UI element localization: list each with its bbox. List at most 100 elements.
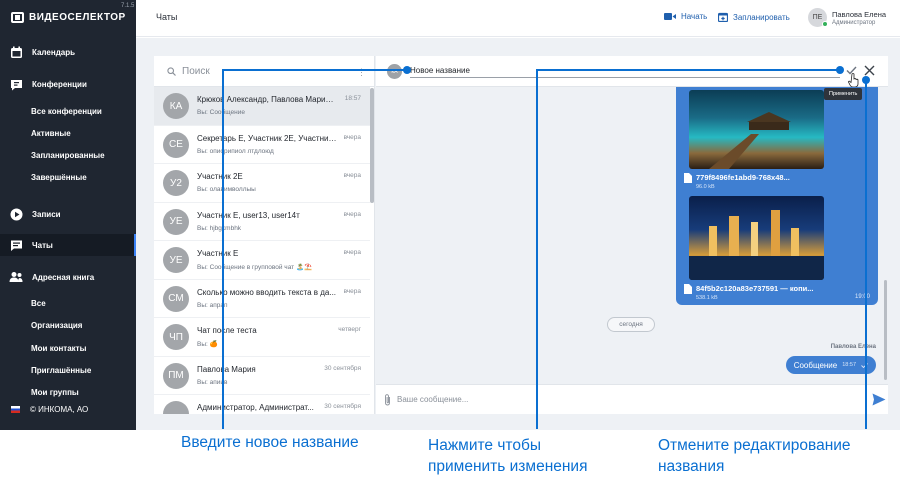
send-button[interactable] <box>872 393 886 411</box>
attached-image[interactable] <box>689 90 824 169</box>
app-logo[interactable]: ВИДЕОСЕЛЕКТОР <box>11 12 126 23</box>
logo-icon <box>11 12 24 23</box>
sidebar-item-addressbook[interactable]: Адресная книга <box>0 266 136 288</box>
sidebar-item-conferences[interactable]: Конференции <box>0 73 136 95</box>
callout-line <box>222 69 224 429</box>
avatar: УЕ <box>163 247 189 273</box>
avatar: КА <box>163 93 189 119</box>
chat-list-panel: ⋮ КА Крюков Александр, Павлова Мария, ..… <box>154 56 375 414</box>
avatar: УЕ <box>163 208 189 235</box>
sidebar-subitem-organization[interactable]: Организация <box>31 321 82 330</box>
chat-list-item[interactable]: УЕ Участник Е, user13, user14т вчера Вы:… <box>154 203 370 241</box>
search-input[interactable] <box>182 65 342 77</box>
file-icon <box>684 284 692 294</box>
file-size: 538.1 kB <box>696 295 718 301</box>
sidebar-item-label: Адресная книга <box>32 272 95 282</box>
sidebar-subitem-all[interactable]: Все <box>31 299 46 308</box>
start-button[interactable]: Начать <box>664 12 707 21</box>
chat-preview: Вы: олавимволлыы <box>197 186 256 193</box>
chat-time: вчера <box>343 249 361 256</box>
attached-file[interactable]: 779f8496fe1abd9-768x48... 96.0 kB <box>684 173 790 190</box>
user-role: Администратор <box>832 19 876 26</box>
callout-text-apply: Нажмите чтобы применить изменения <box>428 435 587 477</box>
chat-list-item[interactable]: КА Крюков Александр, Павлова Мария, ... … <box>154 87 370 126</box>
apply-tooltip: Применить <box>824 88 863 100</box>
send-icon <box>872 393 886 406</box>
avatar <box>163 401 189 414</box>
chat-list-item[interactable]: Администратор, Администрат... 30 сентябр… <box>154 395 370 414</box>
sidebar-subitem-invited[interactable]: Приглашённые <box>31 366 91 375</box>
language-flag-icon[interactable] <box>11 406 20 413</box>
sidebar-item-chats[interactable]: Чаты <box>0 234 136 256</box>
sidebar-item-calendar[interactable]: Календарь <box>0 41 136 63</box>
file-name: 779f8496fe1abd9-768x48... <box>696 173 790 182</box>
chat-scrollbar[interactable] <box>884 280 887 380</box>
user-name: Павлова Елена <box>832 9 887 19</box>
sidebar-subitem-all-conferences[interactable]: Все конференции <box>31 107 102 116</box>
chat-list-item[interactable]: У2 Участник 2Е вчера Вы: олавимволлыы <box>154 164 370 203</box>
sidebar-subitem-active[interactable]: Активные <box>31 129 71 138</box>
schedule-button[interactable]: Запланировать <box>718 12 790 22</box>
chat-time: четверг <box>338 326 361 333</box>
date-separator: сегодня <box>607 317 655 332</box>
sidebar-subitem-my-contacts[interactable]: Мои контакты <box>31 344 86 353</box>
callout-text-new-name: Введите новое название <box>181 432 359 453</box>
sidebar-item-records[interactable]: Записи <box>0 203 136 225</box>
schedule-button-label: Запланировать <box>733 12 790 22</box>
avatar: ЧП <box>163 324 189 350</box>
chat-name: Павлова Мария <box>197 364 256 374</box>
message-sender: Павлова Елена <box>830 344 876 350</box>
chat-time: вчера <box>343 210 361 218</box>
sidebar-subitem-scheduled[interactable]: Запланированные <box>31 151 105 160</box>
search-bar: ⋮ <box>154 56 374 87</box>
chat-preview: Вы: 🍊 <box>197 341 218 348</box>
sidebar-subitem-finished[interactable]: Завершённые <box>31 173 87 182</box>
image-message-bubble[interactable]: 779f8496fe1abd9-768x48... 96.0 kB 84f5b2… <box>676 80 878 305</box>
chat-name: Участник 2Е <box>197 172 243 181</box>
chat-icon <box>9 238 23 252</box>
chat-name: Крюков Александр, Павлова Мария, ... <box>197 95 337 104</box>
chat-name: Чат после теста <box>197 326 257 335</box>
chat-avatar: КА <box>387 64 402 79</box>
chat-time: вчера <box>343 287 361 295</box>
chat-list-item[interactable]: ПМ Павлова Мария 30 сентября Вы: апиив <box>154 357 370 395</box>
chat-preview: Вы: апиив <box>197 378 228 386</box>
image-preview <box>689 210 824 280</box>
play-icon <box>9 207 23 221</box>
calendar-plus-icon <box>718 12 728 22</box>
chat-list-item[interactable]: СЕ Секретарь Е, Участник 2Е, Участник ..… <box>154 126 370 164</box>
chat-preview: Вы: опиорипиол лтдлоюд <box>197 147 274 155</box>
conference-icon <box>9 77 23 91</box>
contacts-icon <box>9 270 23 284</box>
chat-list-item[interactable]: ЧП Чат после теста четверг Вы: 🍊 <box>154 318 370 357</box>
chat-name: Участник Е, user13, user14т <box>197 210 300 220</box>
chat-list-item[interactable]: УЕ Участник Е вчера Вы: Сообщение в груп… <box>154 241 370 280</box>
chat-list-item[interactable]: СМ Сколько можно вводить текста в да... … <box>154 280 370 318</box>
start-button-label: Начать <box>681 12 708 21</box>
chat-time: вчера <box>343 172 361 179</box>
page-title: Чаты <box>156 12 178 22</box>
copyright-text: © ИНКОМА, АО <box>30 405 89 414</box>
user-menu[interactable]: ПЕ Павлова Елена Администратор <box>808 8 886 27</box>
text-message-bubble[interactable]: Сообщение 18:57 <box>785 356 876 374</box>
close-icon <box>864 65 874 75</box>
attach-icon[interactable] <box>383 393 392 406</box>
message-composer <box>376 384 888 414</box>
chat-time: 30 сентября <box>324 364 361 372</box>
chat-name: Сколько можно вводить текста в да... <box>197 287 337 297</box>
chat-name-input[interactable] <box>410 64 840 78</box>
message-input[interactable] <box>397 395 837 404</box>
cancel-button[interactable] <box>862 63 876 77</box>
chat-list-scrollbar[interactable] <box>370 88 374 203</box>
callout-line-1: Нажмите чтобы <box>428 437 541 454</box>
sidebar-subitem-my-groups[interactable]: Мои группы <box>31 388 79 397</box>
attached-file[interactable]: 84f5b2c120a83e737591 — копи... 538.1 kB <box>684 284 813 301</box>
file-size: 96.0 kB <box>696 184 715 190</box>
chat-panel: 779f8496fe1abd9-768x48... 96.0 kB 84f5b2… <box>376 56 888 414</box>
avatar: ПЕ <box>808 8 828 27</box>
footer: © ИНКОМА, АО <box>0 405 136 414</box>
attached-image[interactable] <box>689 196 824 280</box>
sidebar-item-label: Календарь <box>32 47 76 57</box>
chat-preview: Вы: апрап <box>197 301 228 309</box>
callout-line-1: Отмените редактирование <box>658 437 851 454</box>
